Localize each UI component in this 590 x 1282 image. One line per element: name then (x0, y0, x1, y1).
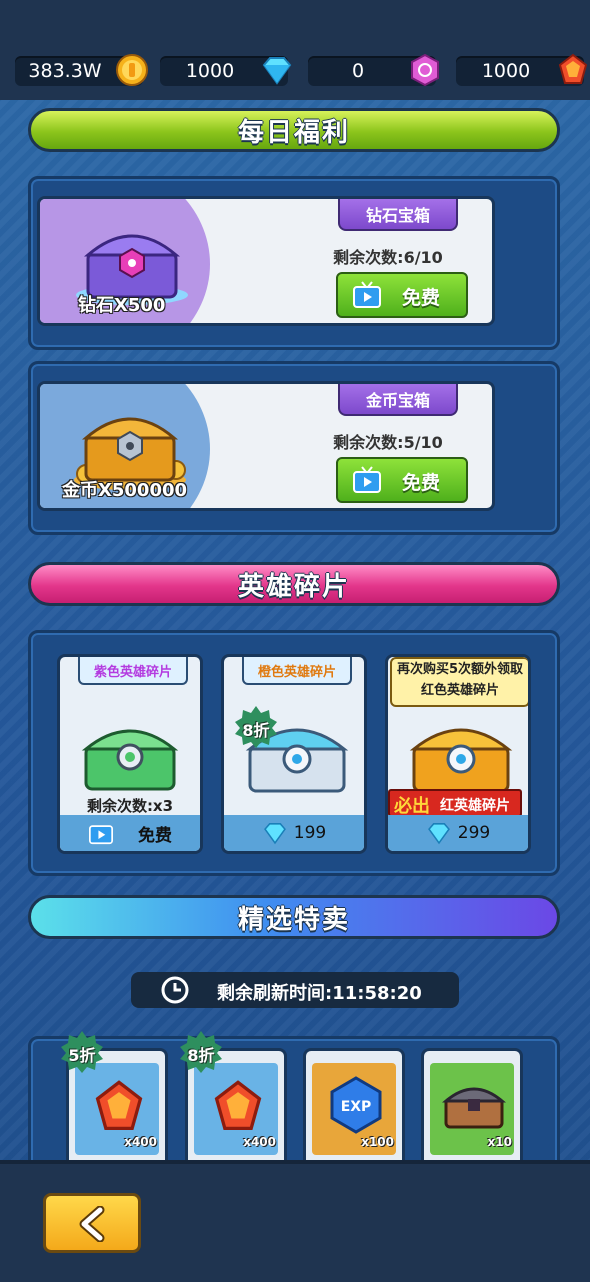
gold-chest-amount: 金币X500000 (62, 480, 188, 501)
discount-label: 8折 (187, 1046, 215, 1065)
red-gem-counter[interactable]: 1000 (456, 53, 588, 86)
diamond-icon (263, 823, 286, 845)
video-ad-icon (353, 281, 381, 308)
purple-shard-remaining: 剩余次数:x3 (86, 797, 174, 815)
chest-icon (442, 1087, 506, 1129)
gold-coin-icon (116, 54, 148, 86)
purple-shard-free-button[interactable]: 免费 (60, 815, 200, 851)
purple-gem-value: 0 (351, 60, 365, 82)
video-ad-icon (353, 466, 381, 493)
discount-label: 8折 (242, 721, 270, 740)
guarantee-ribbon: 必出 红英雄碎片 (388, 789, 522, 817)
discount-badge: 5折 (60, 1030, 104, 1074)
deal-qty: x400 (124, 1135, 157, 1149)
red-shard-buy-button[interactable]: 299 (388, 815, 528, 851)
red-gem-value: 1000 (481, 60, 531, 82)
exp-label: EXP (341, 1099, 372, 1115)
free-label: 免费 (402, 287, 441, 309)
diamond-chest-title: 钻石宝箱 (338, 199, 458, 231)
orange-shard-tag: 橙色英雄碎片 (242, 657, 352, 685)
discount-badge: 8折 (179, 1030, 223, 1074)
purple-gem-counter[interactable]: 0 (308, 53, 439, 87)
clock-icon (161, 976, 189, 1004)
green-chest-icon (81, 729, 179, 791)
diamond-chest-amount: 钻石X500 (78, 295, 166, 316)
hero-shard-banner-title: 英雄碎片 (237, 571, 350, 602)
diamond-chest-free-button[interactable]: 免费 (336, 272, 468, 318)
gold-chest-card: 金币X500000 金币宝箱 剩余次数:5/10 免费 (37, 381, 495, 511)
diamond-counter[interactable]: 1000 (160, 56, 292, 86)
gold-hero-chest-icon (409, 728, 513, 793)
red-hero-shard-card[interactable]: 再次购买5次额外领取红色英雄碎片 必出 红英雄碎片 299 (385, 654, 531, 854)
daily-banner: 每日福利 (28, 108, 560, 152)
featured-sale-title: 精选特卖 (237, 904, 350, 935)
chevron-left-icon (79, 1206, 105, 1242)
red-gem-icon (558, 53, 588, 84)
deal-qty: x100 (361, 1135, 394, 1149)
gold-chest-remaining: 剩余次数:5/10 (333, 433, 443, 452)
deal-item-3[interactable]: EXP x100 (303, 1048, 405, 1168)
deal-item-4[interactable]: x10 (421, 1048, 523, 1168)
guarantee-item: 红英雄碎片 (440, 798, 510, 814)
free-label: 免费 (138, 825, 172, 846)
refresh-timer: 剩余刷新时间:11:58:20 (131, 972, 459, 1008)
discount-badge: 8折 (234, 705, 278, 749)
orange-hero-shard-card[interactable]: 橙色英雄碎片 8折 199 (221, 654, 367, 854)
purple-gem-icon (411, 53, 439, 87)
gold-chest-title: 金币宝箱 (338, 384, 458, 416)
hero-shard-banner: 英雄碎片 (28, 562, 560, 606)
red-gem-icon (214, 1080, 262, 1131)
orange-shard-buy-button[interactable]: 199 (224, 815, 364, 851)
daily-banner-title: 每日福利 (237, 117, 350, 148)
diamond-icon (427, 823, 450, 845)
deal-qty: x10 (487, 1135, 512, 1149)
discount-label: 5折 (68, 1046, 96, 1065)
purple-shard-tag: 紫色英雄碎片 (78, 657, 188, 685)
price-label: 199 (293, 823, 327, 843)
exp-gem-icon: EXP (330, 1076, 382, 1134)
gold-chest-free-button[interactable]: 免费 (336, 457, 468, 503)
purple-hero-shard-card[interactable]: 紫色英雄碎片 剩余次数:x3 免费 (57, 654, 203, 854)
diamond-chest-remaining: 剩余次数:6/10 (333, 248, 443, 267)
price-label: 299 (457, 823, 491, 843)
diamond-chest-card: 钻石X500 钻石宝箱 剩余次数:6/10 免费 (37, 196, 495, 326)
gold-value: 383.3W (28, 60, 102, 82)
refresh-timer-text: 剩余刷新时间:11:58:20 (217, 983, 422, 1004)
diamond-icon (262, 57, 292, 85)
bonus-bubble: 再次购买5次额外领取红色英雄碎片 (390, 657, 528, 707)
gold-counter[interactable]: 383.3W (15, 54, 148, 86)
deal-qty: x400 (243, 1135, 276, 1149)
red-gem-icon (95, 1080, 143, 1131)
back-button[interactable] (43, 1193, 141, 1253)
featured-sale-banner: 精选特卖 (28, 895, 560, 939)
diamond-value: 1000 (185, 60, 235, 82)
video-ad-icon (89, 825, 113, 845)
free-label: 免费 (402, 472, 441, 494)
